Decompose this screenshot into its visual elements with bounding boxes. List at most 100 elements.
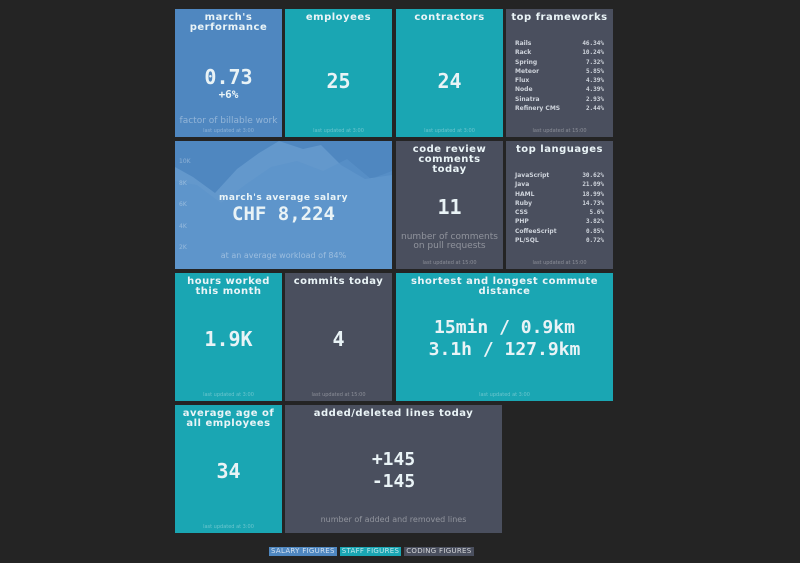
list-item-label: Java	[515, 181, 530, 189]
list-item-value: 4.39%	[585, 77, 604, 85]
list-item-value: 10.24%	[582, 49, 604, 57]
lines-moreinfo: Number of added and removed lines	[320, 515, 467, 524]
commute-updated: Last updated at 3:00	[479, 392, 530, 398]
lines-deleted: -145	[371, 471, 416, 492]
list-item: CoffeeScript 0.85%	[515, 227, 604, 236]
frameworks-widget: Top Frameworks Rails 46.34% Rack 10.24% Spri…	[506, 9, 613, 137]
languages-updated: Last updated at 15:00	[532, 260, 587, 266]
lines-widget: Added/deleted lines today +145 -145 Numb…	[285, 405, 502, 533]
list-item-value: 5.85%	[585, 67, 604, 75]
list-item-value: 2.44%	[585, 105, 604, 113]
salary-value: CHF 8,224	[232, 203, 335, 225]
hours-widget: Hours worked this month 1.9K Last update…	[175, 273, 282, 401]
hours-title: Hours worked this month	[187, 276, 270, 297]
list-item: JavaScript 30.62%	[515, 171, 604, 180]
list-item-label: Node	[515, 86, 533, 94]
languages-widget: Top Languages JavaScript 30.62% Java 21.09%…	[506, 141, 613, 269]
list-item-value: 2.93%	[585, 95, 604, 103]
list-item: PHP 3.82%	[515, 217, 604, 226]
commits-updated: Last updated at 15:00	[311, 392, 366, 398]
list-item: Flux 4.39%	[515, 76, 604, 85]
performance-title: March's Performance	[189, 12, 268, 33]
list-item-label: Flux	[515, 77, 530, 85]
list-item-value: 5.6%	[589, 209, 604, 217]
code-review-updated: Last updated at 15:00	[422, 260, 477, 266]
salary-tick: 8K	[179, 179, 187, 187]
age-value: 34	[216, 459, 241, 483]
salary-widget: 10K 8K 6K 4K 2K March's average salary C…	[175, 141, 392, 269]
salary-tick: 10K	[179, 158, 191, 165]
commits-widget: Commits today 4 Last updated at 15:00	[285, 273, 392, 401]
performance-moreinfo: Factor of billable work	[179, 116, 278, 126]
code-review-moreinfo: Number of comments on pull requests	[401, 232, 498, 251]
list-item-label: CoffeeScript	[515, 227, 557, 235]
list-item-label: PHP	[515, 218, 529, 226]
commute-line-1: 15min / 0.9km	[434, 317, 575, 338]
performance-value: 0.73	[204, 65, 253, 89]
list-item-label: Refinery CMS	[515, 105, 561, 113]
legend-staff: Staff figures	[339, 547, 402, 556]
age-title: Average age of all employees	[182, 408, 275, 429]
contractors-title: Contractors	[414, 12, 485, 23]
employees-value: 25	[326, 69, 351, 93]
list-item-value: 0.85%	[585, 227, 604, 235]
list-item: Refinery CMS 2.44%	[515, 104, 604, 113]
commute-title: Shortest and longest commute distance	[410, 276, 599, 297]
list-item: CSS 5.6%	[515, 208, 604, 217]
commits-value: 4	[332, 327, 345, 351]
list-item-label: Ruby	[515, 199, 533, 207]
employees-title: Employees	[305, 12, 372, 23]
list-item-label: JavaScript	[515, 172, 550, 179]
list-item-value: 46.34%	[582, 40, 604, 47]
code-review-widget: Code review comments today 11 Number of …	[396, 141, 503, 269]
contractors-value: 24	[437, 69, 462, 93]
employees-updated: Last updated at 3:00	[313, 128, 364, 134]
languages-list: JavaScript 30.62% Java 21.09% HAML 18.99% Ruby…	[515, 171, 604, 245]
legend-salary: Salary figures	[269, 547, 337, 556]
code-review-value: 11	[437, 195, 462, 219]
commute-widget: Shortest and longest commute distance 15…	[396, 273, 613, 401]
hours-value: 1.9K	[204, 327, 253, 351]
list-item: Sinatra 2.93%	[515, 95, 604, 104]
list-item: Rack 10.24%	[515, 48, 604, 57]
list-item-value: 4.39%	[585, 86, 604, 94]
list-item-value: 18.99%	[582, 190, 604, 198]
frameworks-title: Top Frameworks	[511, 12, 608, 23]
age-updated: Last updated at 3:00	[203, 524, 254, 530]
list-item-label: CSS	[515, 209, 528, 217]
legend-coding: Coding figures	[404, 547, 474, 556]
list-item-value: 21.09%	[582, 181, 604, 189]
list-item-value: 14.73%	[582, 199, 604, 207]
lines-added: +145	[371, 449, 416, 470]
list-item-label: Meteor	[515, 67, 540, 75]
commute-line-2: 3.1h / 127.9km	[428, 339, 581, 360]
frameworks-list: Rails 46.34% Rack 10.24% Spring 7.32% Meteor 5.…	[515, 39, 604, 113]
contractors-widget: Contractors 24 Last updated at 3:00	[396, 9, 503, 137]
list-item: Node 4.39%	[515, 85, 604, 94]
list-item-label: HAML	[515, 190, 535, 198]
employees-widget: Employees 25 Last updated at 3:00	[285, 9, 392, 137]
performance-updated: Last updated at 3:00	[203, 128, 254, 134]
contractors-updated: Last updated at 3:00	[424, 128, 475, 134]
list-item: HAML 18.99%	[515, 190, 604, 199]
list-item-label: Rack	[515, 49, 532, 57]
list-item-label: Spring	[515, 58, 538, 66]
commits-title: Commits today	[293, 276, 384, 287]
list-item: Meteor 5.85%	[515, 67, 604, 76]
list-item: Java 21.09%	[515, 180, 604, 189]
lines-title: Added/deleted lines today	[313, 408, 474, 419]
legend: Salary figures Staff figures Coding figu…	[269, 547, 474, 556]
list-item-value: 30.62%	[582, 172, 604, 179]
list-item: PL/SQL 0.72%	[515, 236, 604, 245]
list-item: Rails 46.34%	[515, 39, 604, 48]
age-widget: Average age of all employees 34 Last upd…	[175, 405, 282, 533]
performance-change: +6%	[218, 88, 239, 101]
list-item: Ruby 14.73%	[515, 199, 604, 208]
code-review-title: Code review comments today	[412, 144, 487, 175]
salary-title: March's average salary	[218, 193, 348, 203]
list-item-value: 0.72%	[585, 237, 604, 245]
frameworks-updated: Last updated at 15:00	[532, 128, 587, 134]
hours-updated: Last updated at 3:00	[203, 392, 254, 398]
list-item-value: 3.82%	[585, 218, 604, 226]
languages-title: Top Languages	[515, 144, 603, 155]
